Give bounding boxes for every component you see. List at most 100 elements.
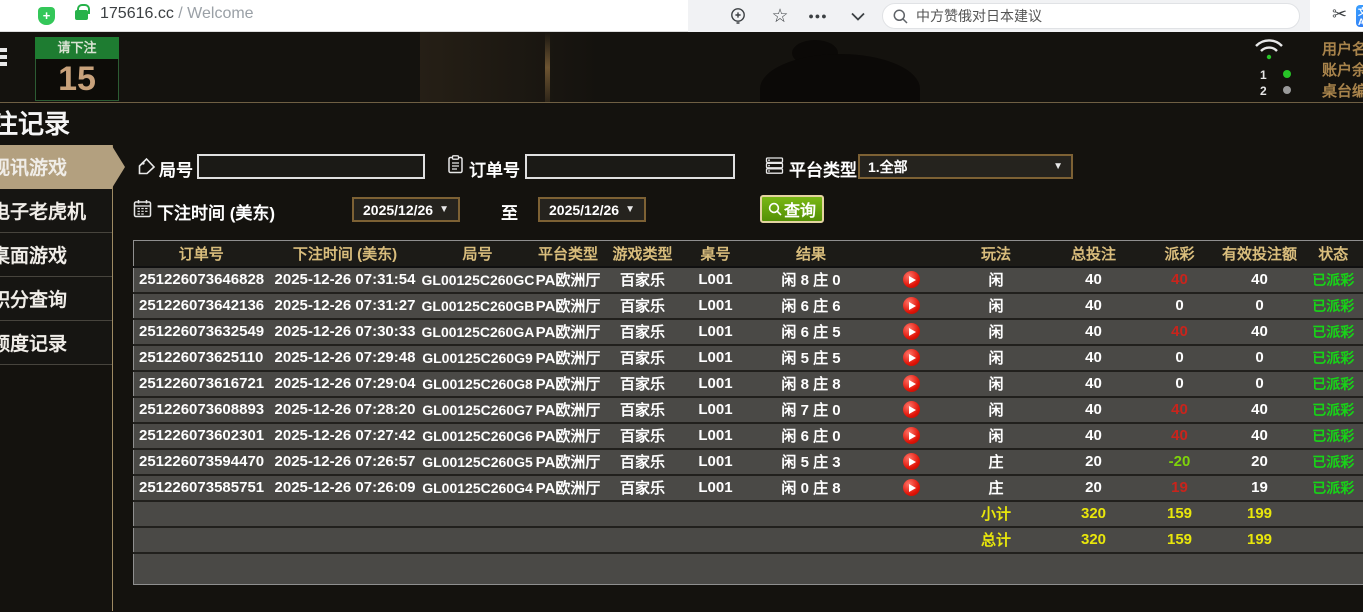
order-no-input[interactable] bbox=[525, 154, 735, 179]
cell-round-no: GL00125C260GC bbox=[421, 266, 534, 294]
date-from-picker[interactable]: 2025/12/26 ▼ bbox=[352, 197, 460, 222]
screen: 175616.cc / Welcome ☆ ●●● 中方赞俄对日本建议 ✂ 文 … bbox=[0, 0, 1363, 612]
cell-result: 闲 6 庄 0 bbox=[748, 422, 874, 450]
sidebar-item-points-query[interactable]: 积分查询 bbox=[0, 277, 112, 321]
cell-valid-bet: 0 bbox=[1215, 370, 1304, 398]
play-video-button[interactable] bbox=[902, 271, 920, 289]
cell-status: 已派彩 bbox=[1303, 422, 1363, 450]
cell-round-no: GL00125C260GB bbox=[421, 292, 534, 320]
cell-payout: -20 bbox=[1143, 448, 1216, 476]
subtotal-row-payout: 159 bbox=[1143, 500, 1216, 528]
cell-platform: PA欧洲厅 bbox=[533, 292, 603, 320]
round-no-input[interactable] bbox=[197, 154, 425, 179]
chevron-down-icon[interactable] bbox=[846, 4, 870, 28]
scissors-icon[interactable]: ✂ bbox=[1332, 4, 1347, 25]
play-video-button[interactable] bbox=[902, 427, 920, 445]
dropdown-caret-icon: ▼ bbox=[625, 204, 635, 215]
cell-result: 闲 0 庄 8 bbox=[748, 474, 874, 502]
cell-round-no: GL00125C260G5 bbox=[421, 448, 534, 476]
to-label: 至 bbox=[501, 204, 518, 223]
cell-order-no: 251226073632549 bbox=[133, 318, 269, 346]
wifi-icon bbox=[1252, 37, 1286, 66]
play-video-button[interactable] bbox=[902, 323, 920, 341]
date-to-picker[interactable]: 2025/12/26 ▼ bbox=[538, 197, 646, 222]
play-video-button[interactable] bbox=[902, 349, 920, 367]
cell-table-no: L001 bbox=[682, 292, 749, 320]
column-header-8: 玩法 bbox=[948, 240, 1044, 268]
bet-records-page: 下注记录 视讯游戏 电子老虎机 桌面游戏 积分查询 额度记录 局号 订单号 bbox=[0, 103, 1363, 611]
cell-replay bbox=[873, 396, 949, 424]
cell-valid-bet: 0 bbox=[1215, 292, 1304, 320]
account-info-line: 用户名称 bbox=[1322, 41, 1363, 58]
dropdown-caret-icon: ▼ bbox=[439, 204, 449, 215]
bookmark-star-icon[interactable]: ☆ bbox=[768, 4, 792, 28]
bet-prompt-label: 请下注 bbox=[35, 37, 119, 59]
platform-type-label: 平台类型 bbox=[789, 161, 857, 180]
cell-order-no: 251226073625110 bbox=[133, 344, 269, 372]
total-row-label: 总计 bbox=[948, 526, 1044, 554]
cell-total-bet: 40 bbox=[1043, 422, 1144, 450]
cell-status: 已派彩 bbox=[1303, 318, 1363, 346]
cell-order-no: 251226073585751 bbox=[133, 474, 269, 502]
play-video-button[interactable] bbox=[902, 453, 920, 471]
cell-payout: 40 bbox=[1143, 422, 1216, 450]
more-menu-icon[interactable]: ●●● bbox=[806, 4, 830, 28]
cell-play-type: 闲 bbox=[948, 344, 1044, 372]
dropdown-caret-icon: ▼ bbox=[1053, 161, 1063, 172]
cell-game-type: 百家乐 bbox=[602, 422, 683, 450]
column-header-0: 订单号 bbox=[133, 240, 269, 268]
cell-total-bet: 40 bbox=[1043, 396, 1144, 424]
cell-payout: 40 bbox=[1143, 266, 1216, 294]
cell-platform: PA欧洲厅 bbox=[533, 396, 603, 424]
cell-total-bet: 40 bbox=[1043, 318, 1144, 346]
sidebar-item-table-games[interactable]: 桌面游戏 bbox=[0, 233, 112, 277]
search-box[interactable]: 中方赞俄对日本建议 bbox=[882, 3, 1300, 29]
platform-type-select[interactable]: 1.全部 ▼ bbox=[858, 154, 1073, 179]
total-row-status-spacer bbox=[1303, 526, 1363, 554]
platform-list-icon bbox=[765, 157, 784, 174]
subtotal-row-status-spacer bbox=[1303, 500, 1363, 528]
cell-valid-bet: 40 bbox=[1215, 422, 1304, 450]
column-header-11: 有效投注额 bbox=[1215, 240, 1304, 268]
shield-plus-icon[interactable] bbox=[38, 7, 55, 25]
sidebar-item-video-games[interactable]: 视讯游戏 bbox=[0, 145, 125, 189]
sidebar: 视讯游戏 电子老虎机 桌面游戏 积分查询 额度记录 bbox=[0, 145, 125, 611]
subtotal-row-total-bet: 320 bbox=[1043, 500, 1144, 528]
cell-order-no: 251226073602301 bbox=[133, 422, 269, 450]
empty-filler-cell bbox=[133, 552, 1363, 585]
order-no-label: 订单号 bbox=[469, 161, 520, 180]
video-background bbox=[420, 32, 600, 102]
url-host: 175616.cc bbox=[100, 5, 174, 22]
live-video-strip: 请下注 15 1 2 用户名称 账户余额 桌台编号 bbox=[0, 32, 1363, 103]
lock-icon[interactable] bbox=[75, 4, 90, 20]
cell-valid-bet: 20 bbox=[1215, 448, 1304, 476]
account-info: 用户名称 账户余额 桌台编号 bbox=[1322, 39, 1363, 102]
zoom-plus-icon[interactable] bbox=[726, 4, 750, 28]
cell-play-type: 闲 bbox=[948, 292, 1044, 320]
cell-round-no: GL00125C260G6 bbox=[421, 422, 534, 450]
cell-platform: PA欧洲厅 bbox=[533, 422, 603, 450]
play-video-button[interactable] bbox=[902, 297, 920, 315]
cell-platform: PA欧洲厅 bbox=[533, 344, 603, 372]
cell-total-bet: 40 bbox=[1043, 292, 1144, 320]
translate-icon[interactable]: 文 A bbox=[1356, 5, 1363, 27]
round-no-label: 局号 bbox=[159, 161, 193, 180]
address-bar[interactable]: 175616.cc / Welcome bbox=[100, 5, 254, 23]
cell-total-bet: 20 bbox=[1043, 448, 1144, 476]
cell-platform: PA欧洲厅 bbox=[533, 318, 603, 346]
cell-table-no: L001 bbox=[682, 422, 749, 450]
play-video-button[interactable] bbox=[902, 479, 920, 497]
query-button[interactable]: 查询 bbox=[760, 195, 824, 223]
cell-bet-time: 2025-12-26 07:31:54 bbox=[268, 266, 422, 294]
search-icon bbox=[893, 9, 908, 24]
cell-status: 已派彩 bbox=[1303, 448, 1363, 476]
cell-play-type: 闲 bbox=[948, 266, 1044, 294]
sidebar-item-credit-records[interactable]: 额度记录 bbox=[0, 321, 112, 365]
cell-table-no: L001 bbox=[682, 396, 749, 424]
sidebar-item-slot-machines[interactable]: 电子老虎机 bbox=[0, 189, 112, 233]
cell-payout: 0 bbox=[1143, 344, 1216, 372]
play-video-button[interactable] bbox=[902, 401, 920, 419]
play-video-button[interactable] bbox=[902, 375, 920, 393]
cell-game-type: 百家乐 bbox=[602, 318, 683, 346]
cell-order-no: 251226073642136 bbox=[133, 292, 269, 320]
